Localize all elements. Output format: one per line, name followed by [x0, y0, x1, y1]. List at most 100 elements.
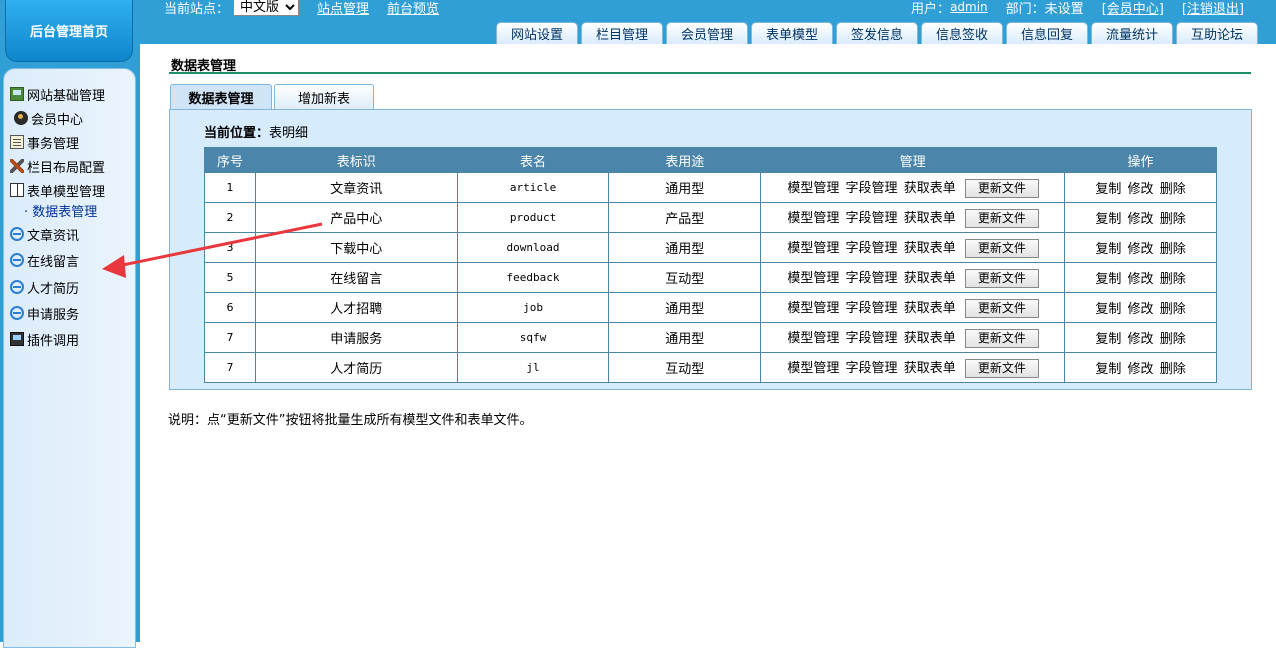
model-manage-link[interactable]: 模型管理 [787, 241, 839, 256]
get-form-link[interactable]: 获取表单 [904, 181, 956, 196]
cell-manage: 模型管理 字段管理 获取表单 更新文件 [760, 202, 1066, 233]
sidebar-subitem-table-manage[interactable]: · 数据表管理 [24, 201, 97, 220]
sidebar-item-member-center[interactable]: 会员中心 [14, 109, 83, 128]
tab-form-model[interactable]: 表单模型 [751, 22, 833, 44]
cell-manage: 模型管理 字段管理 获取表单 更新文件 [760, 322, 1066, 353]
model-manage-link[interactable]: 模型管理 [787, 211, 839, 226]
get-form-link[interactable]: 获取表单 [904, 271, 956, 286]
cell-name: feedback [456, 262, 610, 293]
label-text: 产品中心 [330, 212, 383, 227]
model-manage-link[interactable]: 模型管理 [787, 271, 839, 286]
edit-link[interactable]: 修改 [1128, 182, 1154, 197]
front-preview-link[interactable]: 前台预览 [387, 0, 439, 17]
edit-link[interactable]: 修改 [1128, 332, 1154, 347]
delete-link[interactable]: 删除 [1160, 362, 1186, 377]
cell-label: 产品中心 [254, 202, 458, 233]
model-manage-link[interactable]: 模型管理 [787, 331, 839, 346]
update-file-button[interactable]: 更新文件 [964, 179, 1039, 198]
admin-home-button[interactable]: 后台管理首页 [5, 0, 133, 62]
field-manage-link[interactable]: 字段管理 [846, 181, 898, 196]
copy-link[interactable]: 复制 [1095, 242, 1121, 257]
get-form-link[interactable]: 获取表单 [904, 331, 956, 346]
delete-link[interactable]: 删除 [1160, 302, 1186, 317]
content-panel: 当前位置：表明细 序号 表标识 表名 表用途 管理 操作 1 文章资讯 arti… [169, 109, 1252, 390]
tab-member-manage[interactable]: 会员管理 [666, 22, 748, 44]
field-manage-link[interactable]: 字段管理 [846, 331, 898, 346]
tab-site-settings[interactable]: 网站设置 [496, 22, 578, 44]
get-form-link[interactable]: 获取表单 [904, 241, 956, 256]
sidebar-item-article[interactable]: 文章资讯 [10, 225, 79, 244]
cell-name: article [456, 172, 610, 203]
field-manage-link[interactable]: 字段管理 [846, 361, 898, 376]
sidebar-item-apply-service[interactable]: 申请服务 [10, 304, 79, 323]
table-row: 6 人才招聘 job 通用型 模型管理 字段管理 获取表单 更新文件 复制 修改… [204, 292, 1217, 323]
update-file-button[interactable]: 更新文件 [964, 329, 1039, 348]
model-manage-link[interactable]: 模型管理 [787, 301, 839, 316]
sidebar-item-form-model[interactable]: 表单模型管理 [10, 181, 105, 200]
member-center-link[interactable]: [会员中心] [1102, 0, 1164, 17]
tab-traffic-stats[interactable]: 流量统计 [1091, 22, 1173, 44]
logout-link[interactable]: [注销退出] [1182, 0, 1244, 17]
cell-ops: 复制 修改 删除 [1064, 202, 1217, 233]
get-form-link[interactable]: 获取表单 [904, 211, 956, 226]
tab-table-manage[interactable]: 数据表管理 [170, 84, 272, 110]
sidebar-item-task-manage[interactable]: 事务管理 [10, 133, 79, 152]
tab-info-reply[interactable]: 信息回复 [1006, 22, 1088, 44]
edit-link[interactable]: 修改 [1128, 302, 1154, 317]
sidebar-item-plugin[interactable]: 插件调用 [10, 330, 79, 349]
edit-link[interactable]: 修改 [1128, 272, 1154, 287]
delete-link[interactable]: 删除 [1160, 272, 1186, 287]
field-manage-link[interactable]: 字段管理 [846, 241, 898, 256]
copy-link[interactable]: 复制 [1095, 302, 1121, 317]
user-name-link[interactable]: admin [950, 0, 988, 14]
sidebar-item-resume[interactable]: 人才简历 [10, 278, 79, 297]
delete-link[interactable]: 删除 [1160, 242, 1186, 257]
model-manage-link[interactable]: 模型管理 [787, 361, 839, 376]
delete-link[interactable]: 删除 [1160, 332, 1186, 347]
breadcrumb: 当前位置：表明细 [204, 122, 308, 141]
tab-info-receive[interactable]: 信息签收 [921, 22, 1003, 44]
cell-seq: 7 [204, 322, 256, 353]
tab-column-manage[interactable]: 栏目管理 [581, 22, 663, 44]
sidebar-item-site-basic[interactable]: 网站基础管理 [10, 85, 106, 104]
edit-link[interactable]: 修改 [1128, 362, 1154, 377]
copy-link[interactable]: 复制 [1095, 182, 1121, 197]
get-form-link[interactable]: 获取表单 [904, 361, 956, 376]
delete-link[interactable]: 删除 [1160, 182, 1186, 197]
update-file-button[interactable]: 更新文件 [964, 299, 1039, 318]
field-manage-link[interactable]: 字段管理 [846, 211, 898, 226]
get-form-link[interactable]: 获取表单 [904, 301, 956, 316]
book-icon [10, 183, 24, 197]
edit-link[interactable]: 修改 [1128, 242, 1154, 257]
cell-ops: 复制 修改 删除 [1064, 352, 1217, 383]
field-manage-link[interactable]: 字段管理 [846, 271, 898, 286]
model-manage-link[interactable]: 模型管理 [787, 181, 839, 196]
cell-seq: 5 [204, 262, 256, 293]
cell-label: 申请服务 [254, 322, 458, 353]
sidebar-item-feedback[interactable]: 在线留言 [10, 251, 79, 270]
update-file-button[interactable]: 更新文件 [964, 359, 1039, 378]
cell-ops: 复制 修改 删除 [1064, 322, 1217, 353]
delete-link[interactable]: 删除 [1160, 212, 1186, 227]
name-text: feedback [506, 271, 560, 284]
copy-link[interactable]: 复制 [1095, 362, 1121, 377]
copy-link[interactable]: 复制 [1095, 212, 1121, 227]
cell-manage: 模型管理 字段管理 获取表单 更新文件 [760, 292, 1066, 323]
site-manage-link[interactable]: 站点管理 [317, 0, 369, 17]
tab-add-table[interactable]: 增加新表 [274, 84, 374, 110]
copy-link[interactable]: 复制 [1095, 332, 1121, 347]
label-text: 人才简历 [330, 362, 383, 377]
update-file-button[interactable]: 更新文件 [964, 209, 1039, 228]
sidebar-item-column-layout[interactable]: 栏目布局配置 [10, 157, 105, 176]
seq-text: 5 [226, 271, 234, 284]
site-select[interactable]: 中文版 [233, 0, 300, 16]
edit-link[interactable]: 修改 [1128, 212, 1154, 227]
tab-issue-info[interactable]: 签发信息 [836, 22, 918, 44]
update-file-button[interactable]: 更新文件 [964, 239, 1039, 258]
usage-text: 互动型 [665, 362, 705, 377]
sidebar-item-label: 网站基础管理 [27, 88, 106, 104]
tab-forum[interactable]: 互助论坛 [1176, 22, 1258, 44]
update-file-button[interactable]: 更新文件 [964, 269, 1039, 288]
copy-link[interactable]: 复制 [1095, 272, 1121, 287]
field-manage-link[interactable]: 字段管理 [846, 301, 898, 316]
